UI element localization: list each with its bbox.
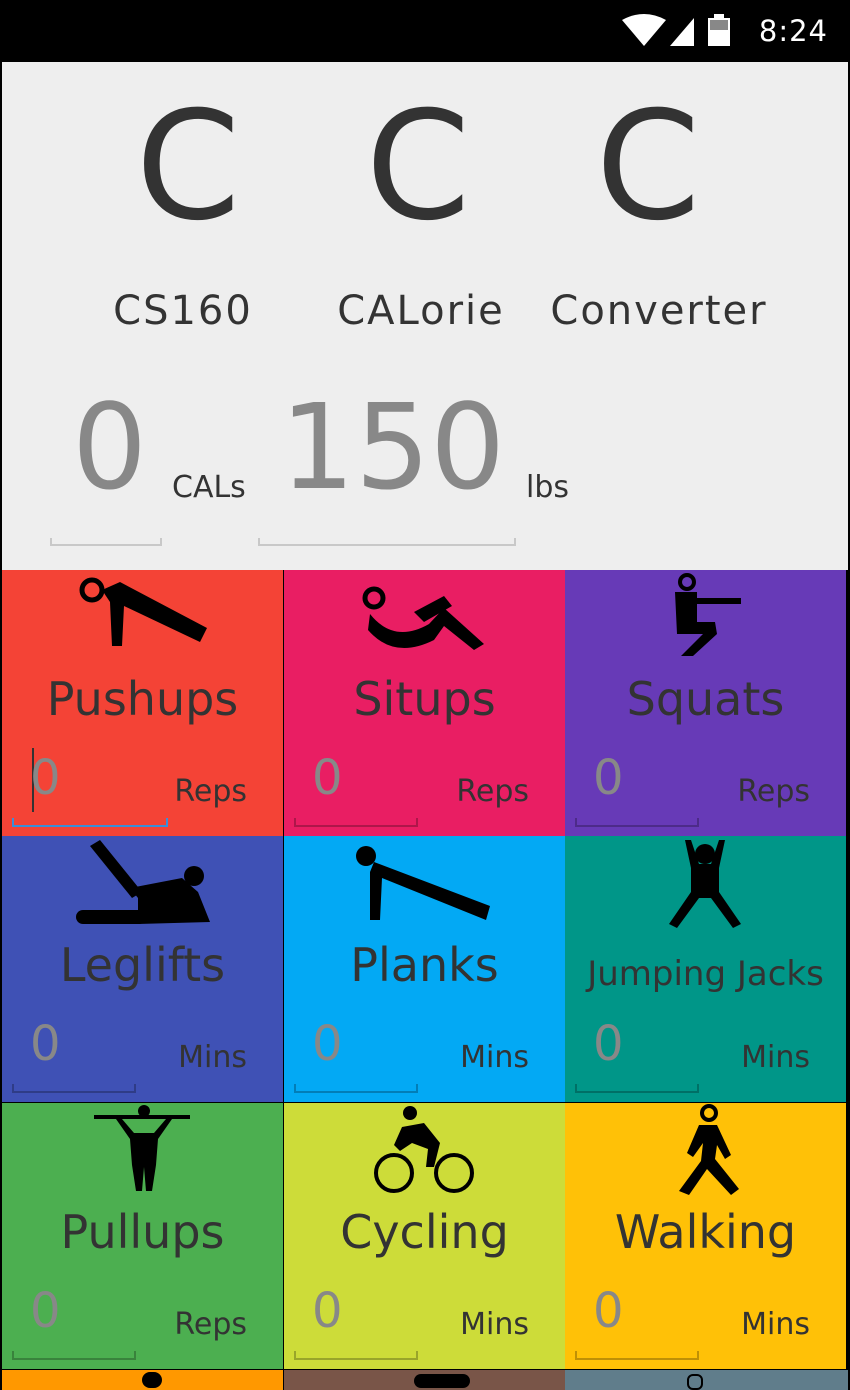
title-word: Converter: [550, 288, 768, 334]
exercise-input[interactable]: 0: [312, 1016, 343, 1072]
exercise-tile-jumping-jacks[interactable]: Jumping Jacks 0 Mins: [565, 836, 846, 1102]
exercise-tile-partial[interactable]: [284, 1370, 565, 1390]
status-icons: [622, 14, 730, 46]
exercise-name: Jumping Jacks: [587, 954, 824, 994]
walking-icon: [679, 1104, 739, 1195]
exercise-tile-walking[interactable]: Walking 0 Mins: [565, 1103, 846, 1369]
exercise-name: Walking: [614, 1205, 797, 1259]
exercise-unit: Reps: [737, 774, 810, 809]
exercise-name: Leglifts: [59, 938, 226, 992]
weight-unit: lbs: [526, 470, 570, 505]
exercise-input[interactable]: 0: [30, 750, 61, 806]
exercise-input[interactable]: 0: [312, 750, 343, 806]
cycling-icon: [374, 1106, 474, 1193]
exercise-tile-situps[interactable]: Situps 0 Reps: [284, 570, 565, 836]
wifi-icon: [622, 14, 666, 46]
status-bar: 8:24: [0, 0, 850, 62]
exercise-input-underline: [12, 1084, 136, 1093]
exercise-tile-partial[interactable]: [2, 1370, 283, 1390]
exercise-input[interactable]: 0: [312, 1283, 343, 1339]
exercise-input[interactable]: 0: [593, 1016, 624, 1072]
calories-unit: CALs: [172, 470, 246, 505]
exercise-name: Cycling: [340, 1205, 509, 1259]
squat-icon: [675, 573, 741, 656]
exercise-input[interactable]: 0: [593, 1283, 624, 1339]
exercise-tile-leglifts[interactable]: Leglifts 0 Mins: [2, 836, 283, 1102]
exercise-unit: Reps: [174, 774, 247, 809]
title-word: CS160: [113, 288, 253, 334]
exercise-input-underline: [294, 1084, 418, 1093]
plank-icon: [356, 846, 490, 920]
exercise-input[interactable]: 0: [593, 750, 624, 806]
logo-letter: C: [595, 80, 701, 254]
logo-letter: C: [135, 80, 241, 254]
exercise-name: Pushups: [46, 672, 239, 726]
exercise-tile-pullups[interactable]: Pullups 0 Reps: [2, 1103, 283, 1369]
exercise-unit: Mins: [741, 1040, 810, 1075]
exercise-name: Planks: [350, 938, 499, 992]
logo-letter: C: [365, 80, 471, 254]
exercise-tile-squats[interactable]: Squats 0 Reps: [565, 570, 846, 836]
leglift-icon: [76, 840, 210, 924]
exercise-input-underline: [12, 818, 168, 827]
calories-input[interactable]: 0: [72, 388, 147, 506]
exercise-name: Pullups: [60, 1205, 225, 1259]
app-screen: 8:24 C C C CS160 CALorie Converter 0 CAL…: [0, 0, 850, 1390]
exercise-unit: Mins: [460, 1040, 529, 1075]
exercise-tile-partial[interactable]: [565, 1370, 848, 1390]
exercise-name: Squats: [626, 672, 785, 726]
exercise-input-underline: [12, 1351, 136, 1360]
weight-input[interactable]: 150: [280, 388, 505, 506]
status-time: 8:24: [758, 14, 828, 48]
exercise-unit: Mins: [178, 1040, 247, 1075]
signal-icon: [670, 18, 694, 46]
exercise-unit: Reps: [456, 774, 529, 809]
exercise-tile-cycling[interactable]: Cycling 0 Mins: [284, 1103, 565, 1369]
exercise-unit: Reps: [174, 1307, 247, 1342]
exercise-input[interactable]: 0: [30, 1283, 61, 1339]
exercise-input-underline: [575, 818, 699, 827]
exercise-icon: [687, 1374, 703, 1390]
exercise-input-underline: [575, 1351, 699, 1360]
exercise-icon: [414, 1374, 470, 1388]
exercise-input-underline: [294, 1351, 418, 1360]
title-word: CALorie: [337, 288, 505, 334]
pushup-icon: [79, 577, 207, 646]
exercise-tile-planks[interactable]: Planks 0 Mins: [284, 836, 565, 1102]
jumping-jack-icon: [669, 840, 741, 928]
exercise-input-underline: [294, 818, 418, 827]
exercise-unit: Mins: [460, 1307, 529, 1342]
situp-icon: [362, 586, 484, 650]
weight-underline: [258, 538, 516, 546]
calories-underline: [50, 538, 162, 546]
exercise-name: Situps: [353, 672, 496, 726]
exercise-input-underline: [575, 1084, 699, 1093]
pullup-icon: [94, 1105, 190, 1191]
exercise-tile-pushups[interactable]: Pushups 0 Reps: [2, 570, 283, 836]
exercise-icon: [142, 1372, 162, 1388]
battery-icon: [708, 14, 730, 46]
exercise-input[interactable]: 0: [30, 1016, 61, 1072]
exercise-unit: Mins: [741, 1307, 810, 1342]
